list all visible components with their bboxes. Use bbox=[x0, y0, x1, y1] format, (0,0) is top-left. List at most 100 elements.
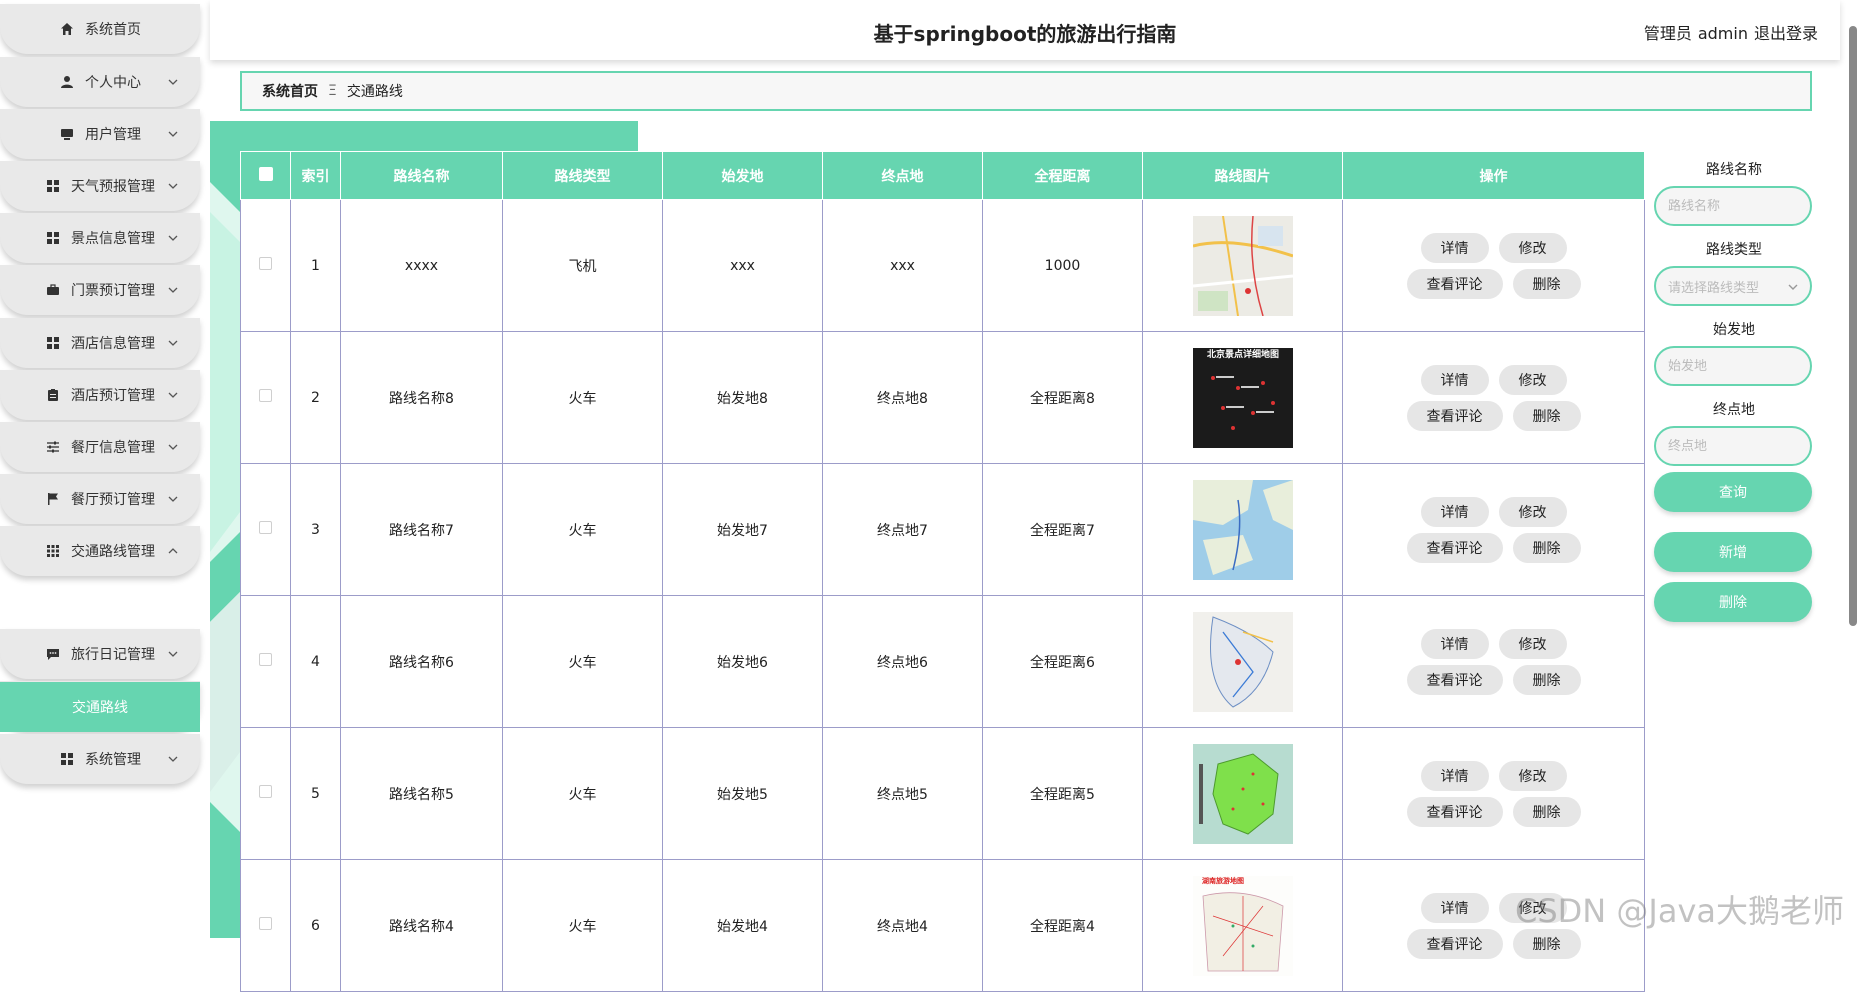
origin-input[interactable] bbox=[1668, 358, 1810, 374]
view-comments-button[interactable]: 查看评论 bbox=[1406, 664, 1503, 695]
view-comments-button[interactable]: 查看评论 bbox=[1406, 796, 1503, 827]
column-header: 始发地 bbox=[662, 151, 823, 200]
route-name-field[interactable] bbox=[1654, 186, 1812, 226]
route-map-image[interactable]: 湖南旅游地图 bbox=[1192, 875, 1293, 976]
delete-button[interactable]: 删除 bbox=[1512, 928, 1581, 959]
route-map-image[interactable]: 北京景点详细地图 bbox=[1192, 347, 1293, 448]
origin-label: 始发地 bbox=[1713, 322, 1755, 338]
select-all-checkbox[interactable] bbox=[258, 166, 273, 181]
sidebar-item[interactable]: 系统首页 bbox=[0, 4, 200, 54]
sidebar-item[interactable]: 景点信息管理 bbox=[0, 213, 200, 263]
app-title: 基于springboot的旅游出行指南 bbox=[873, 22, 1177, 46]
cell-origin: 始发地4 bbox=[662, 859, 823, 992]
sliders-icon bbox=[45, 439, 61, 455]
sidebar-item[interactable]: 门票预订管理 bbox=[0, 265, 200, 315]
delete-button[interactable]: 删除 bbox=[1512, 268, 1581, 299]
query-button[interactable]: 查询 bbox=[1654, 472, 1812, 512]
cell-route-image bbox=[1142, 727, 1343, 860]
delete-button[interactable]: 删除 bbox=[1512, 400, 1581, 431]
sidebar-item[interactable]: 餐厅信息管理 bbox=[0, 422, 200, 472]
decorative-stripe bbox=[210, 152, 240, 938]
sidebar-item[interactable]: 酒店信息管理 bbox=[0, 318, 200, 368]
row-checkbox[interactable] bbox=[259, 653, 272, 666]
view-comments-button[interactable]: 查看评论 bbox=[1406, 928, 1503, 959]
route-map-image[interactable] bbox=[1192, 215, 1293, 316]
route-type-label: 路线类型 bbox=[1706, 242, 1762, 258]
flag-icon bbox=[45, 491, 61, 507]
cell-destination: xxx bbox=[822, 199, 983, 332]
row-checkbox[interactable] bbox=[259, 521, 272, 534]
route-type-placeholder: 请选择路线类型 bbox=[1668, 280, 1760, 296]
detail-button[interactable]: 详情 bbox=[1420, 628, 1489, 659]
destination-field[interactable] bbox=[1654, 426, 1812, 466]
edit-button[interactable]: 修改 bbox=[1498, 760, 1567, 791]
sidebar-item[interactable]: 个人中心 bbox=[0, 57, 200, 107]
cell-distance: 1000 bbox=[982, 199, 1143, 332]
edit-button[interactable]: 修改 bbox=[1498, 496, 1567, 527]
chevron-down-icon bbox=[168, 338, 178, 348]
delete-button[interactable]: 删除 bbox=[1512, 796, 1581, 827]
row-checkbox[interactable] bbox=[259, 389, 272, 402]
sidebar-item[interactable]: 用户管理 bbox=[0, 109, 200, 159]
chevron-up-icon bbox=[168, 546, 178, 556]
origin-field[interactable] bbox=[1654, 346, 1812, 386]
view-comments-button[interactable]: 查看评论 bbox=[1406, 532, 1503, 563]
cell-route-name: 路线名称8 bbox=[340, 331, 503, 464]
view-comments-button[interactable]: 查看评论 bbox=[1406, 400, 1503, 431]
row-select-cell bbox=[240, 199, 291, 332]
route-type-select[interactable]: 请选择路线类型 bbox=[1654, 266, 1812, 306]
row-select-cell bbox=[240, 727, 291, 860]
cell-destination: 终点地5 bbox=[822, 727, 983, 860]
grid-icon bbox=[59, 751, 75, 767]
route-map-image[interactable] bbox=[1192, 479, 1293, 580]
logout-link[interactable]: 退出登录 bbox=[1754, 24, 1818, 43]
destination-input[interactable] bbox=[1668, 438, 1810, 454]
select-all-header[interactable] bbox=[240, 151, 291, 200]
briefcase-icon bbox=[45, 282, 61, 298]
sidebar-item[interactable]: 酒店预订管理 bbox=[0, 370, 200, 420]
delete-button[interactable]: 删除 bbox=[1512, 532, 1581, 563]
detail-button[interactable]: 详情 bbox=[1420, 892, 1489, 923]
detail-button[interactable]: 详情 bbox=[1420, 496, 1489, 527]
clipboard-icon bbox=[45, 387, 61, 403]
detail-button[interactable]: 详情 bbox=[1420, 760, 1489, 791]
chevron-down-icon bbox=[1788, 281, 1798, 296]
cell-index: 6 bbox=[290, 859, 341, 992]
cell-origin: 始发地6 bbox=[662, 595, 823, 728]
edit-button[interactable]: 修改 bbox=[1498, 364, 1567, 395]
row-checkbox[interactable] bbox=[259, 257, 272, 270]
route-map-image[interactable] bbox=[1192, 611, 1293, 712]
sidebar-subitem-active[interactable]: 交通路线 bbox=[0, 682, 200, 732]
row-select-cell bbox=[240, 595, 291, 728]
user-icon bbox=[59, 74, 75, 90]
column-header: 终点地 bbox=[822, 151, 983, 200]
sidebar-item[interactable]: 系统管理 bbox=[0, 734, 200, 784]
chevron-down-icon bbox=[168, 129, 178, 139]
sidebar-item[interactable]: 旅行日记管理 bbox=[0, 629, 200, 679]
route-map-image[interactable] bbox=[1192, 743, 1293, 844]
sidebar-item-label: 餐厅预订管理 bbox=[71, 492, 155, 508]
sidebar-item[interactable]: 交通路线管理 bbox=[0, 526, 200, 576]
add-button[interactable]: 新增 bbox=[1654, 532, 1812, 572]
top-header: 基于springboot的旅游出行指南 管理员 admin 退出登录 bbox=[210, 0, 1840, 60]
row-checkbox[interactable] bbox=[259, 785, 272, 798]
detail-button[interactable]: 详情 bbox=[1420, 232, 1489, 263]
column-header: 路线名称 bbox=[340, 151, 503, 200]
view-comments-button[interactable]: 查看评论 bbox=[1406, 268, 1503, 299]
cell-route-image bbox=[1142, 595, 1343, 728]
destination-label: 终点地 bbox=[1713, 402, 1755, 418]
batch-delete-button[interactable]: 删除 bbox=[1654, 582, 1812, 622]
scrollbar[interactable] bbox=[1849, 26, 1857, 626]
sidebar-item[interactable]: 餐厅预订管理 bbox=[0, 474, 200, 524]
cell-destination: 终点地7 bbox=[822, 463, 983, 596]
delete-button[interactable]: 删除 bbox=[1512, 664, 1581, 695]
cell-route-image: 北京景点详细地图 bbox=[1142, 331, 1343, 464]
breadcrumb-home[interactable]: 系统首页 bbox=[262, 81, 318, 101]
route-name-input[interactable] bbox=[1668, 198, 1810, 214]
edit-button[interactable]: 修改 bbox=[1498, 232, 1567, 263]
detail-button[interactable]: 详情 bbox=[1420, 364, 1489, 395]
cell-origin: 始发地8 bbox=[662, 331, 823, 464]
edit-button[interactable]: 修改 bbox=[1498, 628, 1567, 659]
sidebar-item[interactable]: 天气预报管理 bbox=[0, 161, 200, 211]
row-checkbox[interactable] bbox=[259, 917, 272, 930]
